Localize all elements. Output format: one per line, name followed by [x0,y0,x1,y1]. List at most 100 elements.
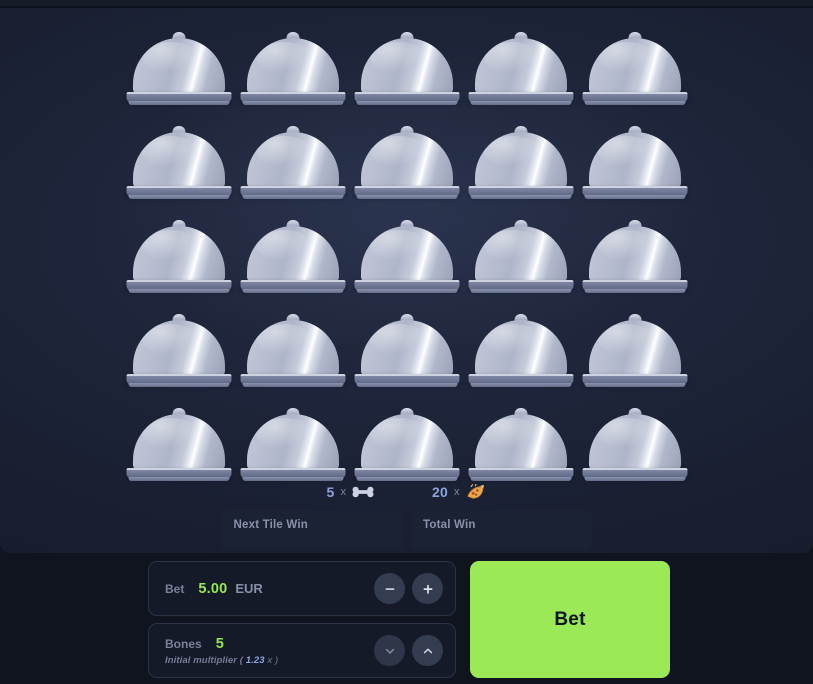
cloche-dome-icon [360,38,453,94]
cloche-dome-icon [360,226,453,282]
bones-increase-button[interactable] [412,635,443,666]
tile-6[interactable] [122,116,236,210]
cloche-dome-icon [132,38,225,94]
cloche-dome-icon [360,320,453,376]
bones-stepper [374,635,443,666]
tile-1[interactable] [122,22,236,116]
cloche-plate-icon [126,280,231,293]
cloche-plate-icon [468,468,573,481]
food-counter: 20 x [432,484,486,500]
cloche-dome-icon [474,132,567,188]
tile-22[interactable] [236,398,350,492]
cloche-plate-icon [582,186,687,199]
cloche-dome-icon [588,320,681,376]
cloche-dome-icon [246,226,339,282]
bet-amount: 5.00 [198,580,228,597]
next-tile-win-label: Next Tile Win [233,519,308,531]
tile-20[interactable] [578,304,692,398]
tile-grid [122,22,692,492]
cloche-plate-icon [240,468,345,481]
cloche-dome-icon [474,38,567,94]
total-win-panel: Total Win [411,510,592,551]
tile-5[interactable] [578,22,692,116]
bone-icon [352,486,374,498]
tile-17[interactable] [236,304,350,398]
cloche-dome-icon [474,226,567,282]
bones-fields: Bones 5 Initial multiplier ( 1.23 x ) [165,636,374,666]
cloche-plate-icon [354,468,459,481]
tile-11[interactable] [122,210,236,304]
controls-bar: Bet 5.00 EUR Bones 5 Initial multiplier … [148,561,670,678]
tile-9[interactable] [464,116,578,210]
game-app: 5 x 20 x Next Tile Win Total Win Bet 5.0… [0,0,813,684]
bet-panel: Bet 5.00 EUR [148,561,456,616]
tile-25[interactable] [578,398,692,492]
bones-count: 5 [326,484,335,500]
cloche-plate-icon [468,374,573,387]
chevron-down-icon [385,648,394,654]
bet-stepper [374,573,443,604]
cloche-dome-icon [588,414,681,470]
bones-panel: Bones 5 Initial multiplier ( 1.23 x ) [148,623,456,678]
bet-fields: Bet 5.00 EUR [165,581,374,597]
cloche-dome-icon [132,320,225,376]
cloche-plate-icon [354,280,459,293]
cloche-dome-icon [588,226,681,282]
tile-24[interactable] [464,398,578,492]
cloche-plate-icon [126,374,231,387]
tile-3[interactable] [350,22,464,116]
cloche-dome-icon [246,320,339,376]
cloche-dome-icon [246,132,339,188]
tile-8[interactable] [350,116,464,210]
tile-14[interactable] [464,210,578,304]
tile-12[interactable] [236,210,350,304]
bones-label: Bones [165,636,202,651]
bones-decrease-button[interactable] [374,635,405,666]
cloche-dome-icon [474,320,567,376]
cloche-dome-icon [588,132,681,188]
cloche-plate-icon [126,186,231,199]
bet-submit-button[interactable]: Bet [470,561,670,678]
tile-23[interactable] [350,398,464,492]
cloche-dome-icon [246,38,339,94]
bones-counter: 5 x [327,484,375,500]
top-strip [0,0,813,7]
tile-13[interactable] [350,210,464,304]
win-panels: Next Tile Win Total Win [221,510,592,551]
tile-2[interactable] [236,22,350,116]
bet-decrease-button[interactable] [374,573,405,604]
cloche-plate-icon [354,92,459,105]
tile-7[interactable] [236,116,350,210]
tile-19[interactable] [464,304,578,398]
cloche-dome-icon [588,38,681,94]
tile-16[interactable] [122,304,236,398]
initial-multiplier-prefix: Initial multiplier ( [165,654,244,666]
tile-15[interactable] [578,210,692,304]
tile-18[interactable] [350,304,464,398]
cloche-dome-icon [246,414,339,470]
cloche-plate-icon [126,468,231,481]
cloche-dome-icon [132,414,225,470]
cloche-plate-icon [468,186,573,199]
cloche-plate-icon [354,374,459,387]
cloche-dome-icon [360,132,453,188]
cloche-dome-icon [132,132,225,188]
cloche-dome-icon [360,414,453,470]
tile-21[interactable] [122,398,236,492]
bones-multiplier-symbol: x [340,486,347,498]
tile-4[interactable] [464,22,578,116]
cloche-plate-icon [582,280,687,293]
cloche-plate-icon [240,280,345,293]
bet-currency: EUR [235,580,263,596]
plus-icon [423,584,432,594]
initial-multiplier-suffix: x ) [267,654,279,666]
total-win-label: Total Win [423,519,476,531]
next-tile-win-panel: Next Tile Win [221,510,402,551]
cloche-plate-icon [240,374,345,387]
initial-multiplier-text: Initial multiplier ( 1.23 x ) [165,655,374,666]
tile-10[interactable] [578,116,692,210]
bet-increase-button[interactable] [412,573,443,604]
controls-left-column: Bet 5.00 EUR Bones 5 Initial multiplier … [148,561,456,678]
game-board: 5 x 20 x Next Tile Win Total Win [0,8,813,553]
food-multiplier-symbol: x [453,486,460,498]
